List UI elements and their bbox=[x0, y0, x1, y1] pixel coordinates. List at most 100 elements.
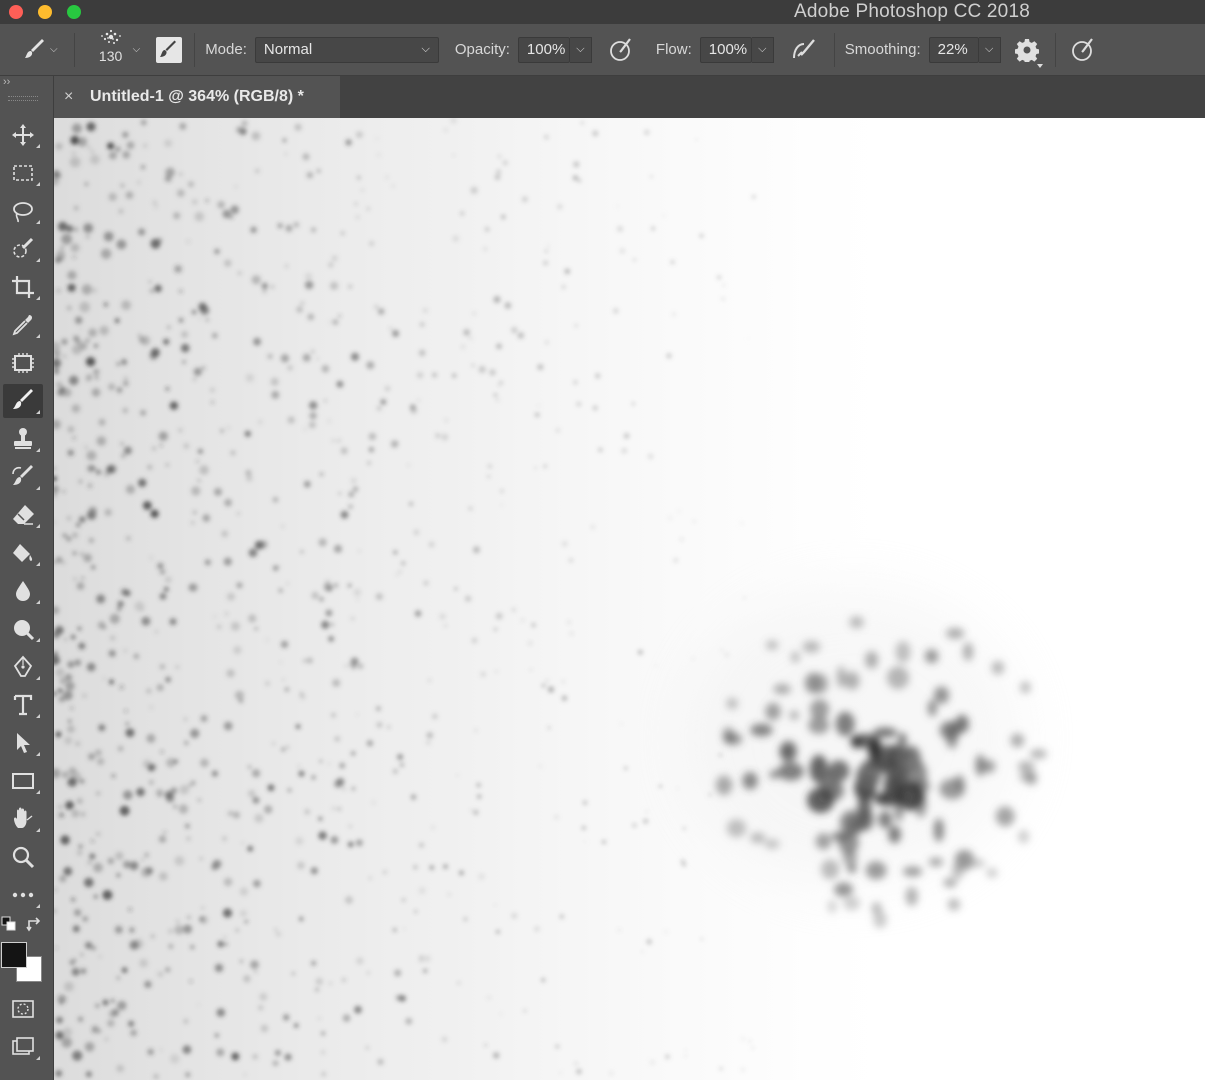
tool-group-indicator bbox=[36, 904, 40, 908]
pressure-size-button[interactable] bbox=[1070, 37, 1096, 63]
rectangle-tool[interactable] bbox=[3, 764, 43, 798]
blend-mode-value: Normal bbox=[263, 41, 313, 58]
eraser-icon bbox=[13, 505, 34, 525]
tools-panel-header[interactable]: ›› bbox=[0, 76, 53, 118]
blur-tool[interactable] bbox=[3, 574, 43, 608]
document-tab-title: Untitled-1 @ 364% (RGB/8) * bbox=[90, 88, 304, 105]
frame-tool[interactable] bbox=[3, 346, 43, 380]
brush-preset-picker[interactable]: 130 ⌵ bbox=[91, 28, 141, 72]
chevron-down-icon: ⌵ bbox=[50, 44, 58, 55]
crop-tool[interactable] bbox=[3, 270, 43, 304]
brush-preset-icon bbox=[25, 38, 44, 58]
pressure-size-icon bbox=[1071, 37, 1093, 61]
quick-mask-button[interactable] bbox=[3, 992, 43, 1026]
move-tool[interactable] bbox=[3, 118, 43, 152]
zoom-magnifier-icon bbox=[12, 846, 35, 869]
tools-panel: ›› bbox=[0, 76, 54, 1080]
chevron-down-icon: ⌵ bbox=[421, 43, 430, 55]
options-bar: ⌵ 130 ⌵ Mode: Normal ⌵ Opacity: 100% ⌵ F… bbox=[0, 24, 1205, 76]
chevron-down-icon: ⌵ bbox=[576, 43, 585, 55]
lasso-icon bbox=[13, 202, 33, 223]
tool-group-indicator bbox=[36, 714, 40, 718]
tool-group-indicator bbox=[36, 600, 40, 604]
tool-group-indicator bbox=[36, 676, 40, 680]
airbrush-button[interactable] bbox=[790, 38, 818, 62]
drag-grip[interactable] bbox=[8, 96, 38, 101]
move-icon bbox=[12, 124, 34, 146]
tool-preset-picker[interactable]: ⌵ bbox=[22, 38, 58, 61]
screen-mode-button[interactable] bbox=[3, 1030, 43, 1064]
window-close-button[interactable] bbox=[9, 5, 23, 19]
clone-stamp-tool[interactable] bbox=[3, 422, 43, 456]
lasso-tool[interactable] bbox=[3, 194, 43, 228]
smoothing-input[interactable]: 22% bbox=[928, 36, 979, 63]
brush-tool[interactable] bbox=[3, 384, 43, 418]
caret-icon bbox=[1036, 63, 1043, 68]
tool-group-indicator bbox=[36, 220, 40, 224]
tool-group-indicator bbox=[36, 410, 40, 414]
history-brush-tool[interactable] bbox=[3, 460, 43, 494]
separator bbox=[73, 32, 75, 67]
eyedropper-icon bbox=[12, 315, 33, 336]
rectangle-shape-icon bbox=[12, 773, 34, 789]
brush-icon bbox=[13, 389, 33, 409]
dodge-icon bbox=[14, 620, 35, 641]
flow-value: 100% bbox=[708, 41, 748, 58]
window-minimize-button[interactable] bbox=[38, 5, 52, 19]
paint-bucket-icon bbox=[13, 544, 33, 562]
more-tools-button[interactable] bbox=[3, 878, 43, 912]
type-tool[interactable] bbox=[3, 688, 43, 722]
brush-settings-panel-button[interactable] bbox=[156, 36, 183, 63]
clone-stamp-icon bbox=[14, 428, 32, 449]
window-zoom-button[interactable] bbox=[67, 5, 81, 19]
rectangular-marquee-icon bbox=[13, 165, 33, 181]
eraser-tool[interactable] bbox=[3, 498, 43, 532]
close-icon[interactable]: × bbox=[64, 88, 78, 106]
document-canvas[interactable] bbox=[54, 118, 1205, 1080]
opacity-input[interactable]: 100% bbox=[517, 36, 570, 63]
document-tab-bar: × Untitled-1 @ 364% (RGB/8) * bbox=[54, 76, 1205, 118]
chevron-down-icon: ⌵ bbox=[758, 43, 767, 55]
tool-group-indicator bbox=[36, 752, 40, 756]
chevron-down-icon: ⌵ bbox=[984, 43, 994, 55]
crop-icon bbox=[12, 276, 34, 298]
separator bbox=[1054, 32, 1056, 67]
eyedropper-tool[interactable] bbox=[3, 308, 43, 342]
foreground-color-swatch[interactable] bbox=[1, 942, 27, 968]
pressure-opacity-button[interactable] bbox=[608, 37, 634, 63]
title-bar: Adobe Photoshop CC 2018 bbox=[0, 0, 1205, 24]
pressure-opacity-icon bbox=[610, 37, 631, 61]
airbrush-icon bbox=[792, 38, 815, 58]
hand-icon bbox=[14, 807, 33, 828]
smoothing-slider-button[interactable]: ⌵ bbox=[978, 36, 1001, 63]
flow-slider-button[interactable]: ⌵ bbox=[751, 36, 774, 63]
tool-group-indicator bbox=[36, 562, 40, 566]
tool-group-indicator bbox=[36, 296, 40, 300]
tool-group-indicator bbox=[36, 448, 40, 452]
zoom-tool[interactable] bbox=[3, 840, 43, 874]
opacity-slider-button[interactable]: ⌵ bbox=[569, 36, 592, 63]
tool-group-indicator bbox=[36, 334, 40, 338]
chevron-down-icon: ⌵ bbox=[132, 44, 141, 55]
flow-input[interactable]: 100% bbox=[699, 36, 752, 63]
tool-group-indicator bbox=[36, 182, 40, 186]
tool-group-indicator bbox=[36, 790, 40, 794]
quick-selection-tool[interactable] bbox=[3, 232, 43, 266]
expand-panel-icon[interactable]: ›› bbox=[3, 76, 10, 88]
pen-tool[interactable] bbox=[3, 650, 43, 684]
document-tab[interactable]: × Untitled-1 @ 364% (RGB/8) * bbox=[54, 76, 340, 118]
ellipsis-icon bbox=[12, 892, 34, 898]
brush-panel-icon bbox=[160, 40, 177, 57]
paint-bucket-tool[interactable] bbox=[3, 536, 43, 570]
scatter-brush-icon bbox=[100, 29, 121, 44]
blend-mode-select[interactable]: Normal ⌵ bbox=[254, 36, 439, 63]
default-colors-icon[interactable] bbox=[1, 916, 17, 932]
marquee-tool[interactable] bbox=[3, 156, 43, 190]
path-selection-tool[interactable] bbox=[3, 726, 43, 760]
dodge-tool[interactable] bbox=[3, 612, 43, 646]
brush-size-value: 130 bbox=[98, 47, 123, 64]
swap-colors-icon[interactable] bbox=[26, 916, 42, 932]
hand-tool[interactable] bbox=[3, 802, 43, 836]
smoothing-options-button[interactable] bbox=[1014, 38, 1043, 68]
quick-selection-icon bbox=[13, 237, 34, 258]
